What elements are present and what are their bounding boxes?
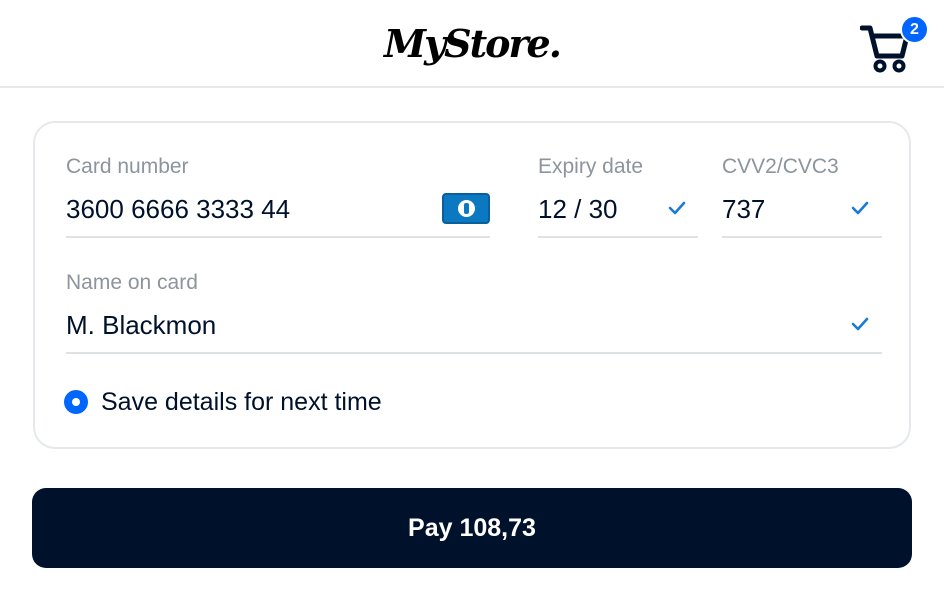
cart-button[interactable]: 2 — [860, 15, 929, 76]
diners-club-icon — [442, 193, 490, 224]
store-logo[interactable]: MyStore. — [0, 20, 944, 68]
card-number-underline — [66, 236, 490, 238]
name-on-card-input[interactable]: M. Blackmon — [66, 308, 216, 342]
cart-count-badge: 2 — [900, 15, 929, 44]
expiry-date-label: Expiry date — [538, 155, 644, 178]
save-details-radio[interactable] — [64, 390, 88, 414]
checkmark-icon — [851, 201, 869, 215]
checkmark-icon — [851, 317, 869, 331]
card-number-input[interactable]: 3600 6666 3333 44 — [66, 192, 290, 226]
cvv-label: CVV2/CVC3 — [722, 155, 839, 178]
name-on-card-field[interactable]: Name on card M. Blackmon — [66, 270, 882, 354]
save-details-label: Save details for next time — [101, 388, 382, 416]
header: MyStore. 2 — [0, 0, 944, 88]
name-on-card-label: Name on card — [66, 271, 198, 294]
name-on-card-underline — [66, 352, 882, 354]
expiry-date-input[interactable]: 12 / 30 — [538, 192, 618, 226]
expiry-date-underline — [538, 236, 698, 238]
checkmark-icon — [668, 201, 686, 215]
pay-button[interactable]: Pay 108,73 — [32, 488, 912, 568]
card-number-label: Card number — [66, 155, 189, 178]
card-number-field[interactable]: Card number 3600 6666 3333 44 — [66, 154, 490, 238]
cvv-input[interactable]: 737 — [722, 192, 765, 226]
cvv-underline — [722, 236, 882, 238]
expiry-date-field[interactable]: Expiry date 12 / 30 — [538, 154, 698, 238]
cvv-field[interactable]: CVV2/CVC3 737 — [722, 154, 882, 238]
